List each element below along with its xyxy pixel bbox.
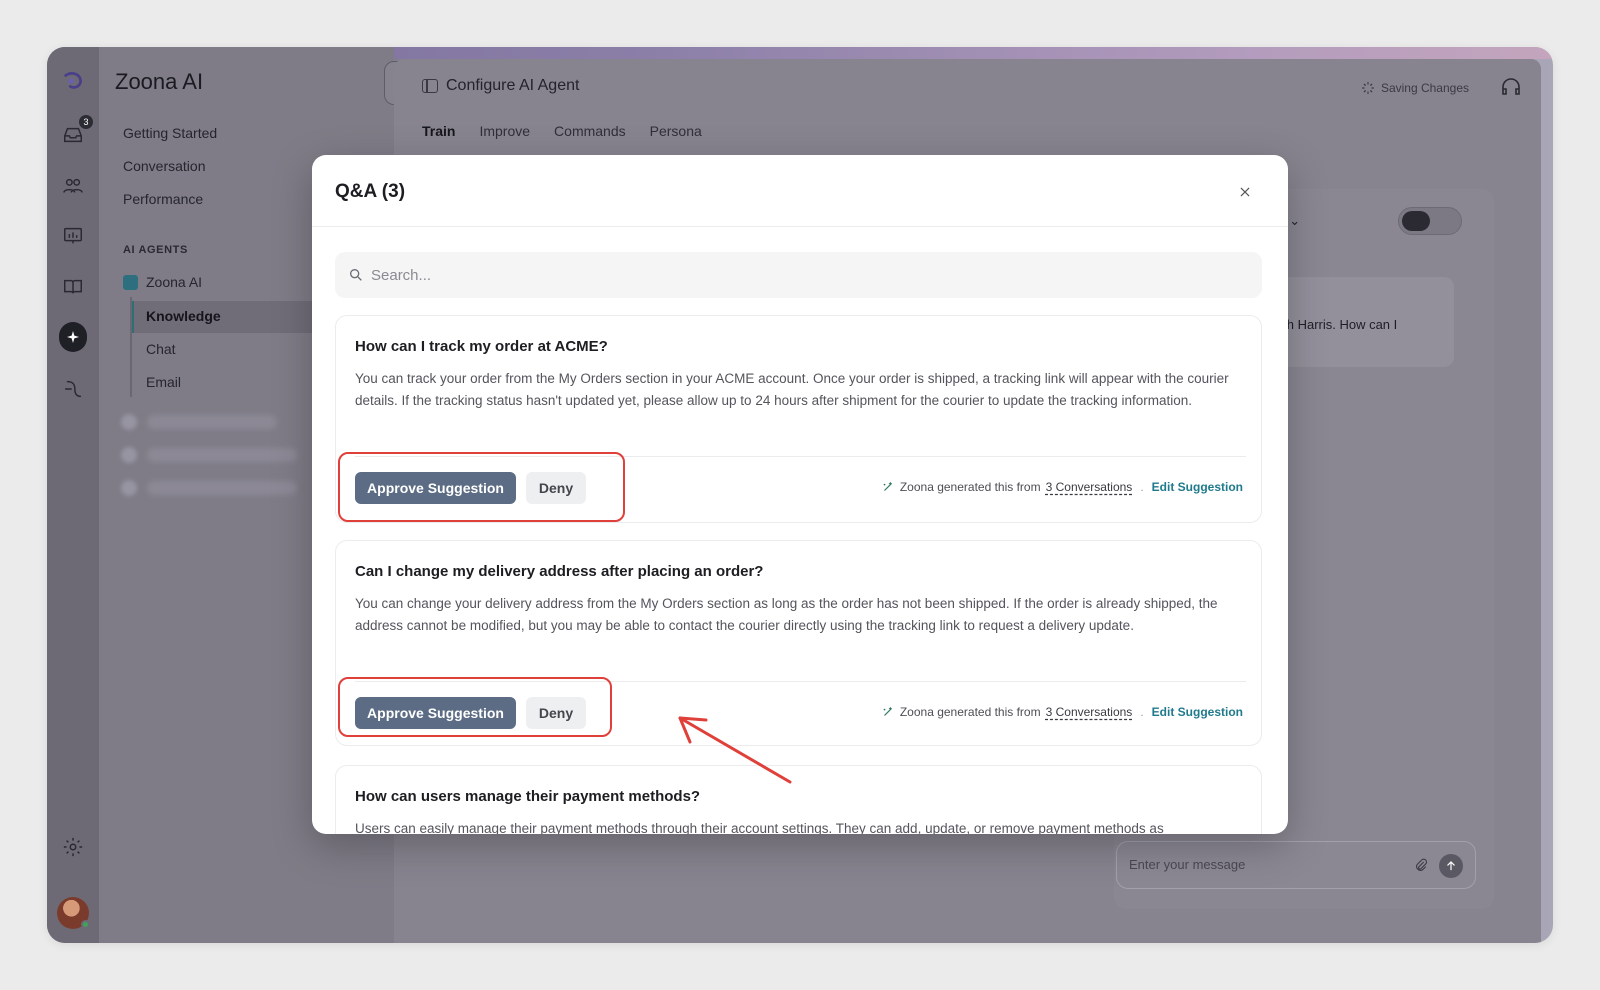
search-box bbox=[335, 252, 1262, 298]
qa-card: How can I track my order at ACME? You ca… bbox=[335, 315, 1262, 523]
user-avatar[interactable] bbox=[57, 897, 90, 929]
edit-suggestion-link[interactable]: Edit Suggestion bbox=[1152, 705, 1243, 719]
message-input-box[interactable]: Enter your message bbox=[1116, 841, 1476, 889]
headset-icon[interactable] bbox=[1499, 75, 1523, 99]
spinner-icon bbox=[1362, 82, 1374, 94]
users-icon[interactable] bbox=[59, 172, 87, 200]
tab-bar: Train Improve Commands Persona bbox=[422, 123, 702, 139]
ai-agents-section-label: AI AGENTS bbox=[123, 244, 188, 256]
saving-status-text: Saving Changes bbox=[1380, 81, 1469, 95]
annotation-arrow bbox=[678, 716, 792, 784]
icon-rail: 3 bbox=[47, 47, 99, 943]
search-icon bbox=[350, 269, 362, 281]
tab-persona[interactable]: Persona bbox=[650, 123, 702, 139]
message-input[interactable]: Enter your message bbox=[1129, 857, 1245, 872]
settings-icon[interactable] bbox=[59, 833, 87, 861]
separator-dot: . bbox=[1140, 705, 1144, 719]
agent-zoona-ai[interactable]: Zoona AI bbox=[123, 274, 202, 290]
saving-status: Saving Changes bbox=[1361, 81, 1469, 95]
blurred-agent-row bbox=[147, 481, 297, 495]
annotation-highlight bbox=[338, 452, 625, 522]
arrow-up-icon bbox=[1447, 861, 1455, 871]
qa-answer: You can change your delivery address fro… bbox=[355, 596, 1218, 633]
workflow-icon[interactable] bbox=[59, 375, 87, 403]
blurred-agent-row bbox=[147, 448, 297, 462]
qa-question: Can I change my delivery address after p… bbox=[355, 563, 764, 580]
send-button[interactable] bbox=[1439, 854, 1463, 878]
channel-toggle[interactable] bbox=[1398, 207, 1462, 235]
agent-name: Zoona AI bbox=[146, 274, 203, 290]
sub-item-email[interactable]: Email bbox=[146, 374, 181, 390]
close-icon bbox=[1240, 187, 1250, 197]
inbox-icon[interactable]: 3 bbox=[59, 115, 93, 149]
inbox-badge: 3 bbox=[79, 115, 93, 129]
generated-prefix: Zoona generated this from bbox=[899, 480, 1041, 494]
generation-info: Zoona generated this from 3 Conversation… bbox=[881, 480, 1243, 494]
sparkle-icon bbox=[883, 706, 892, 716]
tab-improve[interactable]: Improve bbox=[479, 123, 530, 139]
annotation-highlight bbox=[338, 677, 612, 737]
app-title: Zoona AI bbox=[115, 69, 204, 94]
blurred-agent-icon bbox=[121, 414, 137, 430]
logo-icon[interactable] bbox=[59, 67, 87, 95]
close-button[interactable] bbox=[1236, 183, 1254, 201]
sidebar-panel-icon[interactable] bbox=[422, 79, 438, 93]
edit-suggestion-link[interactable]: Edit Suggestion bbox=[1152, 480, 1243, 494]
generation-info: Zoona generated this from 3 Conversation… bbox=[881, 705, 1243, 719]
search-input[interactable] bbox=[371, 252, 1251, 298]
tab-commands[interactable]: Commands bbox=[554, 123, 626, 139]
qa-answer: You can track your order from the My Ord… bbox=[355, 371, 1229, 408]
page-title-text: Configure AI Agent bbox=[446, 77, 580, 94]
page-title: Configure AI Agent bbox=[422, 77, 579, 95]
nav-conversation[interactable]: Conversation bbox=[123, 158, 206, 174]
tab-train[interactable]: Train bbox=[422, 123, 455, 139]
ai-agent-icon[interactable] bbox=[59, 322, 87, 352]
agent-icon bbox=[123, 274, 138, 290]
modal-title: Q&A (3) bbox=[335, 181, 406, 202]
toggle-chat-option[interactable] bbox=[1402, 211, 1430, 231]
nav-performance[interactable]: Performance bbox=[123, 191, 203, 207]
paperclip-icon[interactable] bbox=[1413, 856, 1429, 876]
sparkle-icon bbox=[883, 481, 892, 491]
online-status-dot bbox=[81, 920, 90, 929]
qa-answer: Users can easily manage their payment me… bbox=[355, 821, 1164, 834]
sub-item-chat[interactable]: Chat bbox=[146, 341, 176, 357]
book-icon[interactable] bbox=[59, 273, 87, 301]
conversations-link[interactable]: 3 Conversations bbox=[1046, 705, 1133, 719]
blurred-agent-row bbox=[147, 415, 277, 429]
conversations-link[interactable]: 3 Conversations bbox=[1046, 480, 1133, 494]
blurred-agent-icon bbox=[121, 447, 137, 463]
nav-getting-started[interactable]: Getting Started bbox=[123, 125, 217, 141]
qa-question: How can users manage their payment metho… bbox=[355, 788, 701, 805]
separator-dot: . bbox=[1140, 480, 1144, 494]
qa-question: How can I track my order at ACME? bbox=[355, 338, 608, 355]
chevron-down-icon: ⌄ bbox=[1289, 213, 1301, 228]
generated-prefix: Zoona generated this from bbox=[899, 705, 1041, 719]
blurred-agent-icon bbox=[121, 480, 137, 496]
sub-item-knowledge[interactable]: Knowledge bbox=[146, 308, 221, 324]
analytics-icon[interactable] bbox=[59, 222, 87, 250]
modal-header: Q&A (3) bbox=[312, 155, 1288, 227]
